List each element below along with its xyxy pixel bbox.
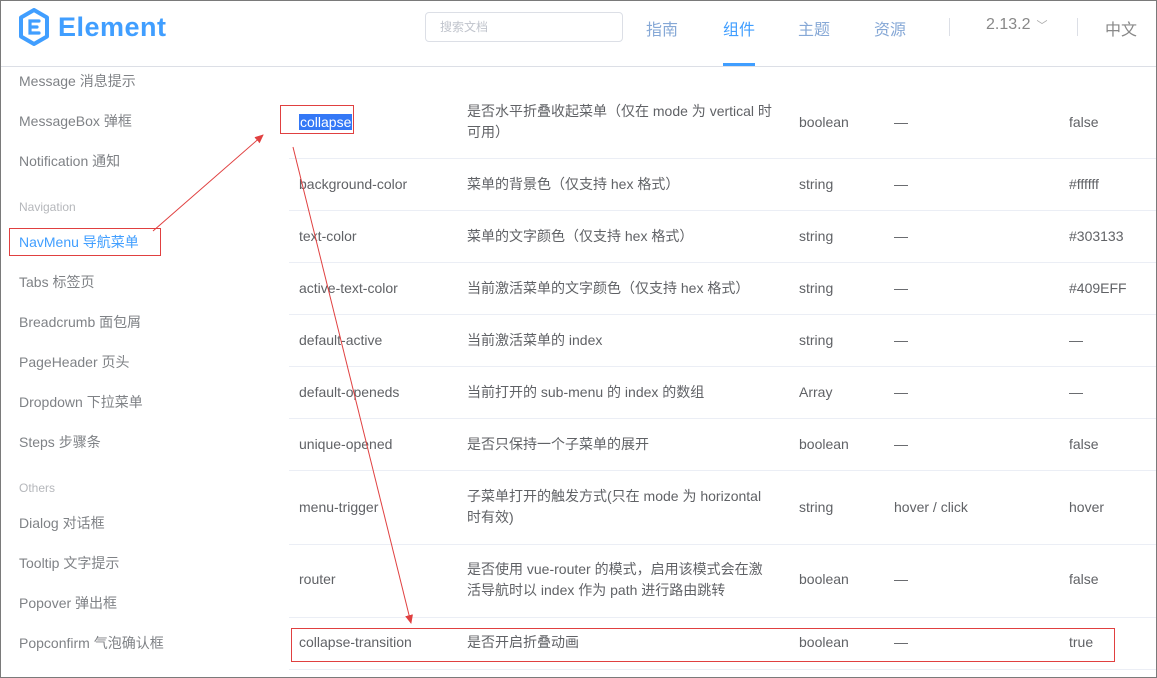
table-row: background-color 菜单的背景色（仅支持 hex 格式） stri… bbox=[289, 159, 1156, 211]
cell-desc: 当前打开的 sub-menu 的 index 的数组 bbox=[467, 384, 705, 400]
cell-type: string bbox=[799, 228, 834, 244]
annotation-box-navmenu bbox=[9, 228, 161, 256]
table-row: default-openeds 当前打开的 sub-menu 的 index 的… bbox=[289, 367, 1156, 419]
nav-components[interactable]: 组件 bbox=[723, 16, 755, 39]
cell-options: — bbox=[894, 228, 908, 244]
cell-param: background-color bbox=[299, 176, 408, 192]
sidebar-item-tooltip[interactable]: Tooltip 文字提示 bbox=[19, 553, 119, 573]
sidebar-item-dropdown[interactable]: Dropdown 下拉菜单 bbox=[19, 392, 143, 412]
cell-default: #409EFF bbox=[1069, 280, 1127, 296]
cell-options: — bbox=[894, 384, 908, 400]
cell-options: — bbox=[894, 114, 908, 130]
sidebar-item-steps[interactable]: Steps 步骤条 bbox=[19, 432, 101, 452]
cell-default: — bbox=[1069, 384, 1083, 400]
sidebar-group-navigation: Navigation bbox=[19, 200, 76, 214]
element-logo-icon bbox=[19, 8, 49, 46]
cell-type: string bbox=[799, 280, 834, 296]
top-header: Element 搜索文档 指南 组件 主题 资源 2.13.2 ﹀ 中文 bbox=[1, 1, 1156, 67]
cell-desc: 是否使用 vue-router 的模式，启用该模式会在激活导航时以 index … bbox=[467, 561, 763, 598]
divider bbox=[949, 18, 950, 36]
table-row: default-active 当前激活菜单的 index string — — bbox=[289, 315, 1156, 367]
sidebar-item-message[interactable]: Message 消息提示 bbox=[19, 71, 136, 91]
cell-desc: 菜单的背景色（仅支持 hex 格式） bbox=[467, 176, 680, 192]
sidebar-item-popover[interactable]: Popover 弹出框 bbox=[19, 593, 117, 613]
table-row: router 是否使用 vue-router 的模式，启用该模式会在激活导航时以… bbox=[289, 545, 1156, 618]
cell-type: Array bbox=[799, 384, 833, 400]
cell-param: active-text-color bbox=[299, 280, 398, 296]
cell-param: default-openeds bbox=[299, 384, 400, 400]
table-row: unique-opened 是否只保持一个子菜单的展开 boolean — fa… bbox=[289, 419, 1156, 471]
cell-desc: 是否水平折叠收起菜单（仅在 mode 为 vertical 时可用） bbox=[467, 103, 772, 140]
cell-default: — bbox=[1069, 332, 1083, 348]
logo-text: Element bbox=[58, 11, 167, 42]
cell-type: boolean bbox=[799, 571, 849, 587]
cell-param: unique-opened bbox=[299, 436, 393, 452]
search-placeholder: 搜索文档 bbox=[440, 20, 489, 34]
table-row: active-text-color 当前激活菜单的文字颜色（仅支持 hex 格式… bbox=[289, 263, 1156, 315]
search-input[interactable]: 搜索文档 bbox=[425, 12, 623, 42]
cell-default: #ffffff bbox=[1069, 176, 1099, 192]
sidebar-item-notification[interactable]: Notification 通知 bbox=[19, 151, 120, 171]
cell-default: #303133 bbox=[1069, 228, 1124, 244]
annotation-box-collapse-transition bbox=[291, 628, 1115, 662]
cell-default: false bbox=[1069, 571, 1099, 587]
cell-default: hover bbox=[1069, 499, 1105, 515]
sidebar-item-dialog[interactable]: Dialog 对话框 bbox=[19, 513, 105, 533]
cell-type: string bbox=[799, 176, 834, 192]
cell-param: default-active bbox=[299, 332, 383, 348]
sidebar-item-breadcrumb[interactable]: Breadcrumb 面包屑 bbox=[19, 312, 141, 332]
divider bbox=[1077, 18, 1078, 36]
table-row: collapse 是否水平折叠收起菜单（仅在 mode 为 vertical 时… bbox=[289, 87, 1156, 159]
nav-guide[interactable]: 指南 bbox=[646, 16, 678, 39]
cell-desc: 是否只保持一个子菜单的展开 bbox=[467, 436, 649, 452]
cell-desc: 当前激活菜单的文字颜色（仅支持 hex 格式） bbox=[467, 280, 750, 296]
sidebar-item-pageheader[interactable]: PageHeader 页头 bbox=[19, 352, 130, 372]
page-frame: Element 搜索文档 指南 组件 主题 资源 2.13.2 ﹀ 中文 Mess… bbox=[0, 0, 1157, 678]
sidebar-item-popconfirm[interactable]: Popconfirm 气泡确认框 bbox=[19, 633, 164, 653]
sidebar: Message 消息提示 MessageBox 弹框 Notification … bbox=[1, 67, 277, 677]
cell-options: — bbox=[894, 571, 908, 587]
cell-type: boolean bbox=[799, 114, 849, 130]
cell-options: — bbox=[894, 176, 908, 192]
nav-theme[interactable]: 主题 bbox=[798, 16, 830, 39]
cell-options: — bbox=[894, 280, 908, 296]
language-select[interactable]: 中文 bbox=[1105, 16, 1137, 40]
cell-default: false bbox=[1069, 436, 1099, 452]
cell-param: menu-trigger bbox=[299, 499, 379, 515]
annotation-box-collapse bbox=[280, 105, 354, 134]
cell-desc: 当前激活菜单的 index bbox=[467, 332, 603, 348]
chevron-down-icon: ﹀ bbox=[1036, 20, 1048, 32]
table-row: menu-trigger 子菜单打开的触发方式(只在 mode 为 horizo… bbox=[289, 471, 1156, 545]
cell-options: — bbox=[894, 436, 908, 452]
cell-desc: 菜单的文字颜色（仅支持 hex 格式） bbox=[467, 228, 694, 244]
version-select[interactable]: 2.13.2 ﹀ bbox=[986, 16, 1047, 34]
cell-default: false bbox=[1069, 114, 1099, 130]
table-row: text-color 菜单的文字颜色（仅支持 hex 格式） string — … bbox=[289, 211, 1156, 263]
cell-desc: 子菜单打开的触发方式(只在 mode 为 horizontal 时有效) bbox=[467, 488, 762, 525]
version-text: 2.13.2 bbox=[986, 16, 1031, 33]
sidebar-item-messagebox[interactable]: MessageBox 弹框 bbox=[19, 111, 132, 131]
nav-resources[interactable]: 资源 bbox=[874, 16, 906, 39]
sidebar-item-tabs[interactable]: Tabs 标签页 bbox=[19, 272, 94, 292]
active-nav-underline bbox=[723, 63, 755, 66]
sidebar-group-others: Others bbox=[19, 481, 56, 495]
logo[interactable]: Element bbox=[18, 7, 167, 47]
cell-type: boolean bbox=[799, 436, 849, 452]
cell-param: text-color bbox=[299, 228, 357, 244]
cell-type: string bbox=[799, 499, 834, 515]
cell-type: string bbox=[799, 332, 834, 348]
cell-param: router bbox=[299, 571, 336, 587]
cell-options: hover / click bbox=[894, 499, 968, 515]
cell-options: — bbox=[894, 332, 908, 348]
